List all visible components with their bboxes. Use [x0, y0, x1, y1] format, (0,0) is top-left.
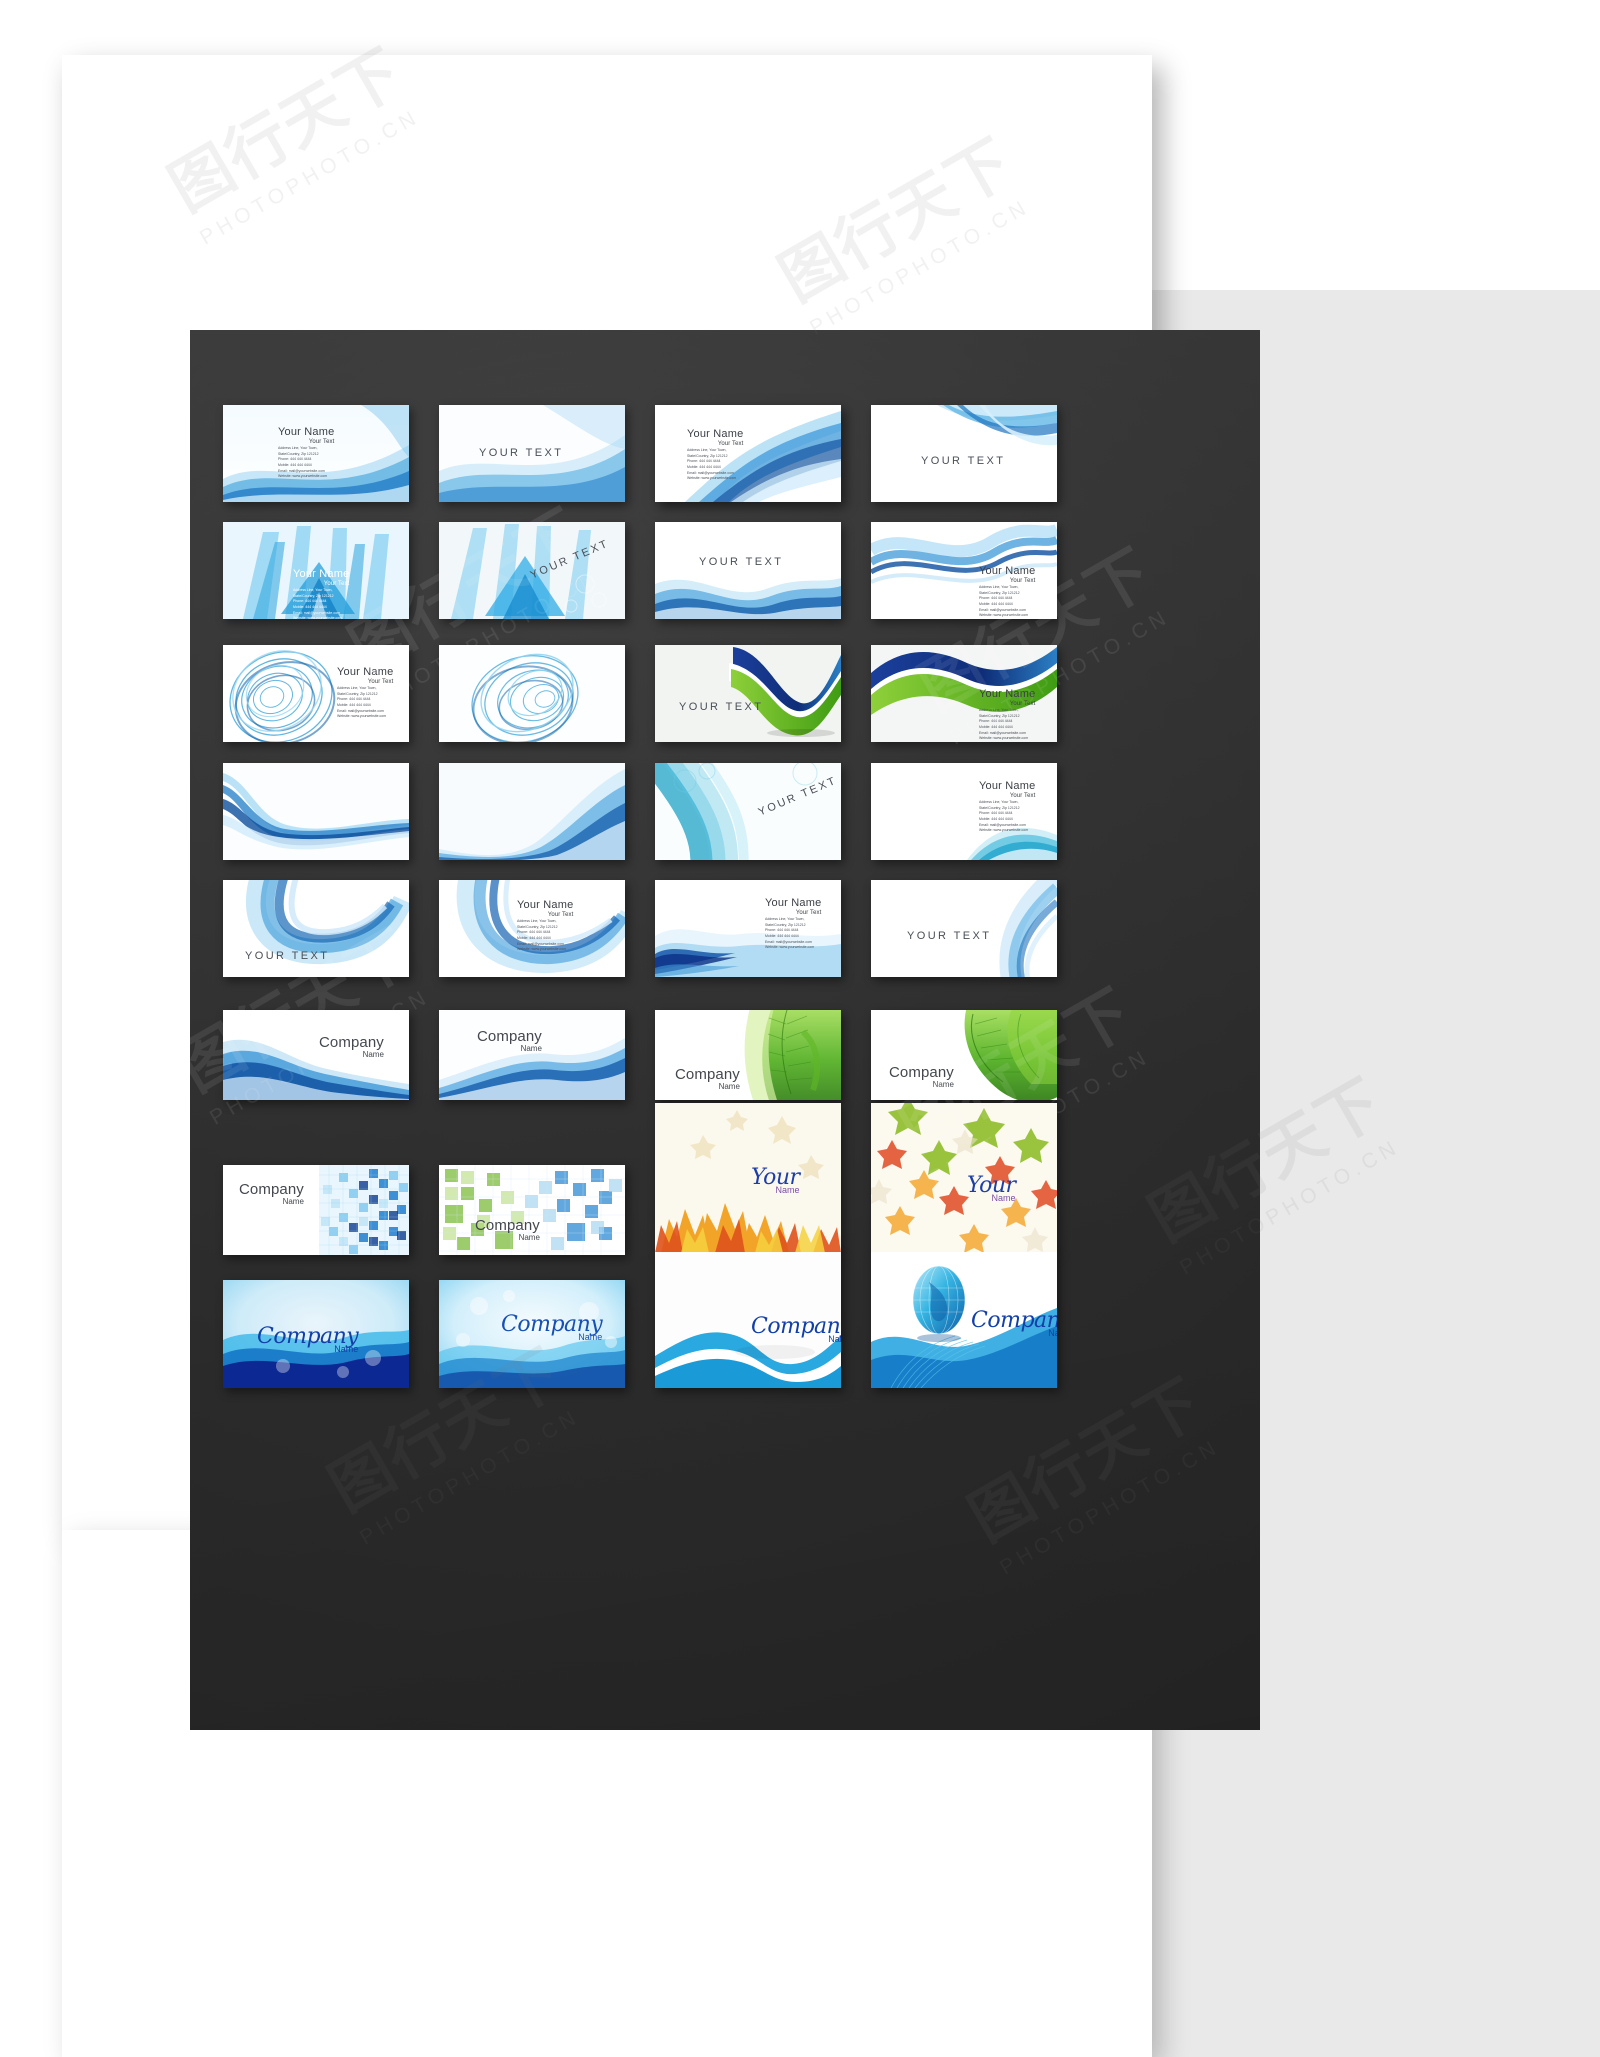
- art-swoosh-green-blue: [655, 645, 841, 742]
- card-6[interactable]: YOUR TEXT: [439, 522, 625, 619]
- card-your-text-2: YOUR TEXT: [479, 447, 564, 459]
- art-spiral-vortex-2: [439, 645, 625, 742]
- card-name-18: Your Name Your Text: [517, 899, 574, 918]
- card-20[interactable]: YOUR TEXT: [871, 880, 1057, 977]
- card-script-30: Company Name: [501, 1312, 603, 1342]
- card-name-12: Your Name Your Text: [979, 688, 1036, 707]
- card-company-25: Company Name: [239, 1181, 304, 1206]
- card-13[interactable]: [223, 763, 409, 860]
- card-script-27: Your Name: [751, 1165, 800, 1195]
- card-name-9: Your Name Your Text: [337, 666, 394, 685]
- card-29[interactable]: Company Name: [223, 1280, 409, 1388]
- art-wave-blue-topright: [871, 405, 1057, 502]
- card-company-22: Company Name: [477, 1028, 542, 1053]
- card-row-4: YOUR TEXT Your Name Your Text Address Li…: [223, 763, 1057, 860]
- card-22[interactable]: Company Name: [439, 1010, 625, 1100]
- card-address-5: Address Line, Your Town, State/Country, …: [293, 588, 343, 619]
- card-21[interactable]: Company Name: [223, 1010, 409, 1100]
- art-wave-blue-streak: [223, 763, 409, 860]
- card-1[interactable]: Your Name Your Text Address Line, Your T…: [223, 405, 409, 502]
- art-autumn-stars: [871, 1103, 1057, 1253]
- name-primary: Your Name: [278, 426, 335, 438]
- card-17[interactable]: YOUR TEXT: [223, 880, 409, 977]
- card-row-3: Your Name Your Text Address Line, Your T…: [223, 645, 1057, 742]
- card-9[interactable]: Your Name Your Text Address Line, Your T…: [223, 645, 409, 742]
- card-32[interactable]: Company Name: [871, 1252, 1057, 1388]
- art-arc-cyan-nested: [655, 763, 841, 860]
- art-company-mosaic-blue: [223, 1165, 409, 1255]
- card-name-5: Your Name Your Text: [293, 568, 350, 587]
- card-address-8: Address Line, Your Town, State/Country, …: [979, 585, 1029, 618]
- art-arc-cyan-bottom: [871, 763, 1057, 860]
- card-15[interactable]: YOUR TEXT: [655, 763, 841, 860]
- card-26[interactable]: Company Name: [439, 1165, 625, 1255]
- card-2[interactable]: YOUR TEXT: [439, 405, 625, 502]
- card-row-7: Company Name Company Name Your Name Your…: [223, 1103, 1057, 1255]
- card-name-16: Your Name Your Text: [979, 780, 1036, 799]
- card-your-text-11: YOUR TEXT: [679, 701, 764, 713]
- card-address-16: Address Line, Your Town, State/Country, …: [979, 800, 1029, 833]
- card-company-24: Company Name: [889, 1064, 954, 1089]
- art-autumn-maple: [655, 1103, 841, 1253]
- card-27[interactable]: Your Name: [655, 1103, 841, 1253]
- card-address-12: Address Line, Your Town, State/Country, …: [979, 708, 1029, 741]
- card-address-3: Address Line, Your Town, State/Country, …: [687, 448, 737, 481]
- card-row-8: Company Name Company Name Compan Na Comp…: [223, 1252, 1057, 1388]
- card-7[interactable]: YOUR TEXT: [655, 522, 841, 619]
- card-address-19: Address Line, Your Town, State/Country, …: [765, 917, 815, 950]
- art-wave-blue-diag: [655, 405, 841, 502]
- card-your-text-17: YOUR TEXT: [245, 950, 330, 962]
- card-28[interactable]: Your Name: [871, 1103, 1057, 1253]
- card-10[interactable]: [439, 645, 625, 742]
- card-5[interactable]: Your Name Your Text Address Line, Your T…: [223, 522, 409, 619]
- card-name-8: Your Name Your Text: [979, 565, 1036, 584]
- card-row-2: Your Name Your Text Address Line, Your T…: [223, 522, 1057, 619]
- card-name-3: Your Name Your Text: [687, 428, 744, 447]
- card-your-text-7: YOUR TEXT: [699, 556, 784, 568]
- art-wave-blue-corner: [439, 763, 625, 860]
- card-script-32: Company Name: [971, 1308, 1057, 1338]
- card-16[interactable]: Your Name Your Text Address Line, Your T…: [871, 763, 1057, 860]
- card-script-31: Company Name: [751, 1314, 841, 1344]
- card-script-28: Your Name: [967, 1173, 1016, 1203]
- art-arc-blue-loop: [223, 880, 409, 977]
- card-14[interactable]: [439, 763, 625, 860]
- card-row-6: Company Name Company Name Company Name C…: [223, 1010, 1057, 1100]
- card-address-9: Address Line, Your Town, State/Country, …: [337, 686, 387, 719]
- card-company-23: Company Name: [675, 1066, 740, 1091]
- card-row-5: YOUR TEXT Your Name Your Text Address Li…: [223, 880, 1057, 977]
- card-script-29: Company Name: [257, 1324, 359, 1354]
- card-12[interactable]: Your Name Your Text Address Line, Your T…: [871, 645, 1057, 742]
- card-row-1: Your Name Your Text Address Line, Your T…: [223, 405, 1057, 502]
- card-3[interactable]: Your Name Your Text Address Line, Your T…: [655, 405, 841, 502]
- art-wave-blue-soft-right: [871, 880, 1057, 977]
- art-wave-bottom-ribbon: [655, 522, 841, 619]
- card-24[interactable]: Company Name: [871, 1010, 1057, 1100]
- card-your-text-20: YOUR TEXT: [907, 930, 992, 942]
- card-18[interactable]: Your Name Your Text Address Line, Your T…: [439, 880, 625, 977]
- card-company-26: Company Name: [475, 1217, 540, 1242]
- card-name-1: Your Name Your Text: [278, 427, 334, 445]
- card-11[interactable]: YOUR TEXT: [655, 645, 841, 742]
- card-company-21: Company Name: [319, 1034, 384, 1059]
- card-your-text-4: YOUR TEXT: [921, 455, 1006, 467]
- name-secondary: Your Text: [308, 438, 335, 445]
- card-4[interactable]: YOUR TEXT: [871, 405, 1057, 502]
- card-8[interactable]: Your Name Your Text Address Line, Your T…: [871, 522, 1057, 619]
- card-name-19: Your Name Your Text: [765, 897, 822, 916]
- card-19[interactable]: Your Name Your Text Address Line, Your T…: [655, 880, 841, 977]
- card-25[interactable]: Company Name: [223, 1165, 409, 1255]
- card-23[interactable]: Company Name: [655, 1010, 841, 1100]
- card-address-18: Address Line, Your Town, State/Country, …: [517, 919, 567, 952]
- card-30[interactable]: Company Name: [439, 1280, 625, 1388]
- card-31[interactable]: Company Name: [655, 1252, 841, 1388]
- card-address-1: Address Line, Your Town, State/Country, …: [278, 446, 328, 479]
- art-company-wave-blue-2: [439, 1010, 625, 1100]
